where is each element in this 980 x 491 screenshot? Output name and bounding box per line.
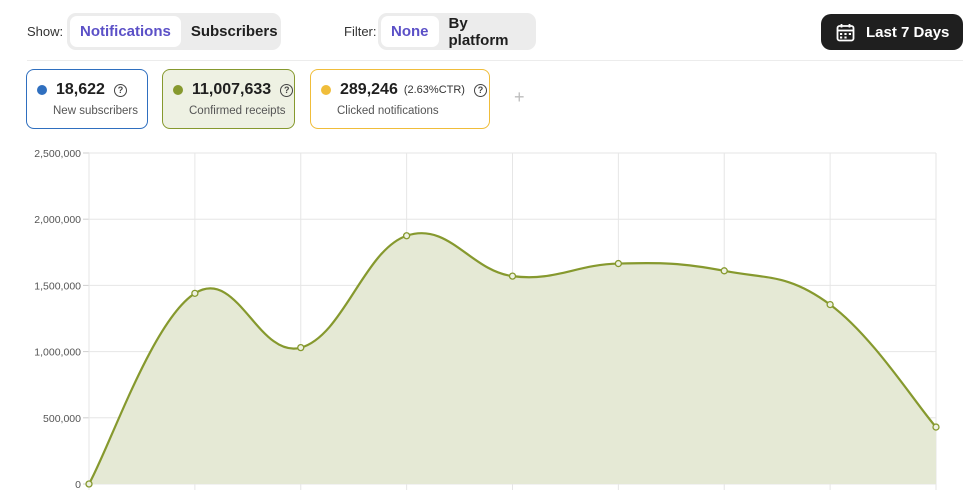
area-chart: 2,500,000 2,000,000 1,500,000 1,000,000 500,… (34, 148, 940, 491)
data-point (85, 480, 93, 488)
y-tick-label: 500,000 (43, 413, 81, 425)
data-point (720, 267, 728, 275)
y-tick-label: 2,000,000 (34, 214, 81, 226)
data-point (191, 289, 199, 297)
y-tick-label: 1,000,000 (34, 347, 81, 359)
y-tick-label: 2,500,000 (34, 148, 81, 160)
data-point (826, 300, 834, 309)
data-point (297, 343, 305, 352)
data-point (614, 259, 623, 268)
data-point (402, 232, 411, 240)
y-tick-label: 0 (75, 479, 81, 491)
y-tick-label: 1,500,000 (34, 280, 81, 292)
data-point (932, 423, 940, 431)
data-point (508, 272, 517, 280)
